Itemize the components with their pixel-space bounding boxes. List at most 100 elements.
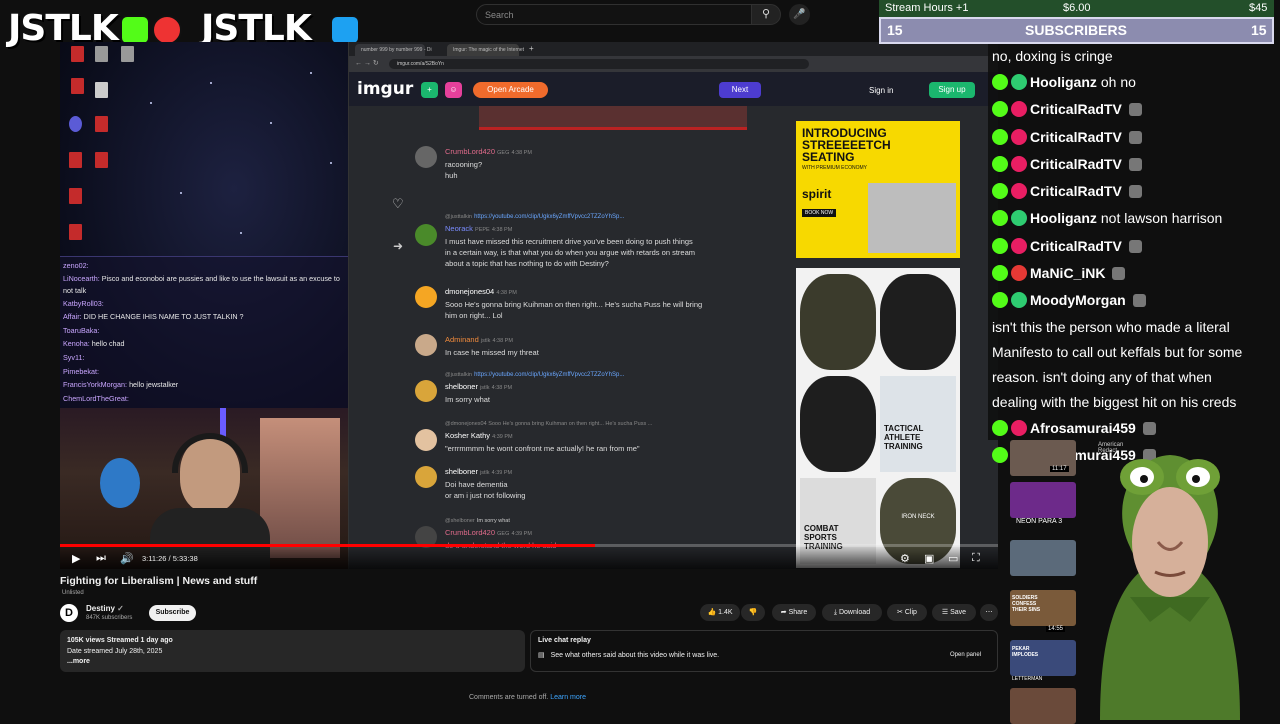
chat-line: ChemLordTheGreat: <box>63 392 347 406</box>
ad-text: TACTICAL ATHLETE TRAINING <box>884 424 924 451</box>
comment-user[interactable]: Kosher Kathy <box>445 431 490 440</box>
rec-thumbnail[interactable] <box>1010 540 1076 576</box>
desktop-file-icon[interactable] <box>60 224 90 241</box>
video-player[interactable]: zeno02: LiNocearth: Pisco and econoboi a… <box>60 42 998 569</box>
imgur-upload-icon[interactable]: + <box>421 82 438 98</box>
clip-button[interactable]: ✂ Clip <box>887 604 927 621</box>
comment-user[interactable]: Neorack <box>445 224 473 233</box>
rec-thumbnail[interactable] <box>1010 688 1076 724</box>
record-icon <box>151 15 182 45</box>
channel-name-text: Destiny <box>86 604 115 613</box>
comment-badge: GEG <box>497 531 510 537</box>
chat-user: Syv11: <box>63 352 85 362</box>
show-more-link[interactable]: ...more <box>67 657 518 668</box>
browser-tab[interactable]: number 999 by number 999 - Di <box>355 44 432 56</box>
nav-back-icon[interactable]: ← → ↻ <box>355 59 379 67</box>
open-panel-button[interactable]: Open panel <box>950 652 981 658</box>
comment-user[interactable]: CrumbLord420 <box>445 147 495 156</box>
chat-user: FrancisYorkMorgan: <box>63 380 128 390</box>
chat-username[interactable]: Hooliganz <box>1030 74 1097 90</box>
live-chat-desc: ▤ See what others said about this video w… <box>538 651 990 659</box>
chat-text: no, doxing is cringe <box>992 48 1113 64</box>
open-arcade-button[interactable]: Open Arcade <box>473 82 548 98</box>
theater-icon[interactable]: ▭ <box>948 552 958 565</box>
mic-icon[interactable]: 🎤 <box>789 4 810 25</box>
browser-tab-bar: number 999 by number 999 - Di Imgur: The… <box>349 42 998 56</box>
chat-username[interactable]: Afrosamurai459 <box>1030 420 1136 436</box>
url-field[interactable]: imgur.com/a/S2BoYn <box>389 59 809 69</box>
chat-message: CriticalRadTV <box>992 151 1276 178</box>
sign-up-button[interactable]: Sign up <box>929 82 975 98</box>
search-input[interactable]: Search <box>476 4 752 25</box>
comment-badge: jstlk <box>480 470 490 476</box>
desktop-file-icon[interactable] <box>112 46 142 63</box>
comment-link[interactable]: https://youtube.com/clip/Ugkx6yZmffVpvcc… <box>474 214 624 220</box>
browser-tab-active[interactable]: Imgur: The magic of the Internet <box>447 44 524 56</box>
fullscreen-icon[interactable]: ⛶ <box>972 552 980 565</box>
dislike-button[interactable]: 👎 <box>741 604 765 621</box>
share-label: Share <box>788 609 808 616</box>
comment-user[interactable]: dmonejones04 <box>445 287 494 296</box>
ad-iron-neck[interactable]: TACTICAL ATHLETE TRAINING COMBAT SPORTS … <box>796 268 960 568</box>
comment-user[interactable]: shelboner <box>445 467 478 476</box>
rec-thumbnail[interactable] <box>1010 482 1076 518</box>
captured-browser-window: number 999 by number 999 - Di Imgur: The… <box>348 42 998 569</box>
chat-username[interactable]: CriticalRadTV <box>1030 156 1122 172</box>
desktop-file-icon[interactable] <box>86 82 116 99</box>
share-button[interactable]: ➦ Share <box>772 604 816 621</box>
chat-username[interactable]: CriticalRadTV <box>1030 129 1122 145</box>
learn-more-link[interactable]: Learn more <box>550 694 586 701</box>
comment-link[interactable]: https://youtube.com/clip/Ugkx6yZmffVpvcc… <box>474 372 624 378</box>
desktop-file-icon[interactable] <box>60 188 90 205</box>
comment-user[interactable]: Adminand <box>445 335 479 344</box>
channel-avatar[interactable]: D <box>60 604 78 622</box>
user-badge-icon <box>1011 210 1027 227</box>
miniplayer-icon[interactable]: ▣ <box>924 552 934 565</box>
desktop-file-icon[interactable] <box>86 116 116 133</box>
sign-in-link[interactable]: Sign in <box>869 86 893 95</box>
twitter-logo-icon <box>329 15 360 45</box>
imgur-meme-icon[interactable]: ☺ <box>445 82 462 98</box>
chat-username[interactable]: Hooliganz <box>1030 210 1097 226</box>
chat-username[interactable]: CriticalRadTV <box>1030 238 1122 254</box>
like-button[interactable]: 👍 1.4K <box>700 604 740 621</box>
chat-message: CriticalRadTV <box>992 124 1276 151</box>
subscribe-button[interactable]: Subscribe <box>149 605 196 621</box>
imgur-logo[interactable]: imgur <box>357 79 413 99</box>
chat-username[interactable]: MoodyMorgan <box>1030 292 1126 308</box>
volume-icon[interactable]: 🔊 <box>120 552 134 565</box>
chat-user: ToaruBaka: <box>63 325 100 335</box>
ad-cta[interactable]: BOOK NOW <box>802 209 837 217</box>
new-tab-icon[interactable]: + <box>529 44 534 53</box>
chat-user: Affair: <box>63 312 82 322</box>
comment-user[interactable]: CrumbLord420 <box>445 528 495 537</box>
kick-badge-icon <box>992 446 1008 463</box>
settings-icon[interactable]: ⚙ <box>900 552 910 565</box>
comment-user[interactable]: shelboner <box>445 382 478 391</box>
chat-message: Afrosamurai459 <box>992 415 1276 442</box>
avatar <box>415 380 437 402</box>
next-icon[interactable]: ⏭ <box>96 552 106 565</box>
channel-name[interactable]: Destiny ✓ <box>86 604 124 613</box>
star <box>180 192 182 194</box>
imgur-comments-area: ♡ ➜ CrumbLord420 GEG 4:38 PM racooning? … <box>349 106 998 569</box>
save-button[interactable]: ☰ Save <box>932 604 976 621</box>
search-icon[interactable]: ⚲ <box>751 4 781 25</box>
play-icon[interactable]: ▶ <box>72 552 80 565</box>
comment-time: 4:38 PM <box>511 150 532 156</box>
chat-message-text: isn't this the person who made a literal <box>992 315 1276 340</box>
chat-username[interactable]: CriticalRadTV <box>1030 183 1122 199</box>
chat-message-text: Manifesto to call out keffals but for so… <box>992 340 1276 365</box>
next-button[interactable]: Next <box>719 82 761 98</box>
description-box[interactable]: 105K views Streamed 1 day ago Date strea… <box>60 630 525 672</box>
comment-line: Im sorry what <box>445 395 491 404</box>
chat-username[interactable]: MaNiC_iNK <box>1030 265 1105 281</box>
ad-spirit-airlines[interactable]: INTRODUCING STREEEEETCH SEATING WITH PRE… <box>796 121 960 258</box>
desktop-file-icon[interactable] <box>86 152 116 169</box>
more-actions-button[interactable]: ⋯ <box>980 604 998 621</box>
chat-username[interactable]: CriticalRadTV <box>1030 101 1122 117</box>
share-arrow-icon[interactable]: ➜ <box>393 239 403 253</box>
video-progress-bar[interactable] <box>60 544 998 547</box>
download-button[interactable]: ⤓ Download <box>822 604 882 621</box>
favorite-icon[interactable]: ♡ <box>392 196 404 212</box>
